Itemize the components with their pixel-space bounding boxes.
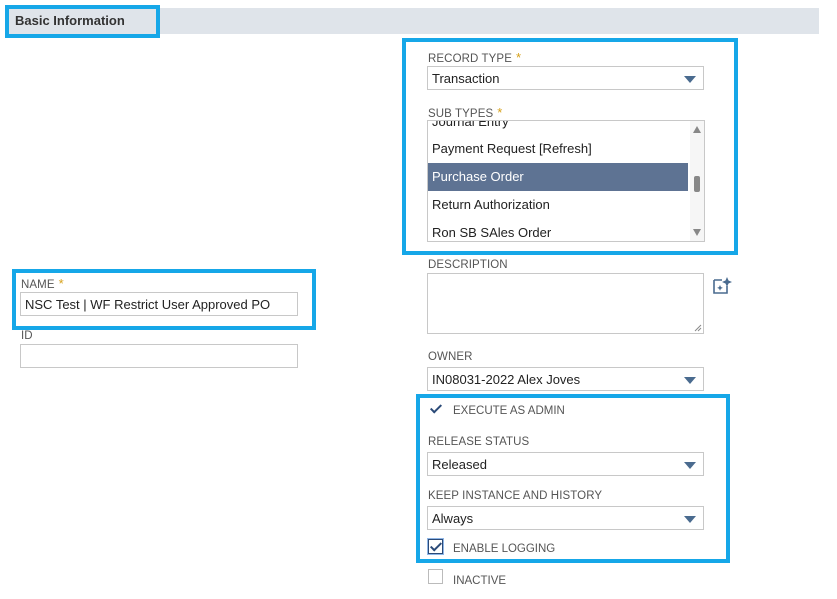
name-label: NAME * <box>21 276 64 291</box>
scroll-up-icon[interactable] <box>693 126 701 133</box>
sub-type-option[interactable]: Payment Request [Refresh] <box>428 135 688 163</box>
id-label: ID <box>21 330 33 342</box>
sub-type-option-selected[interactable]: Purchase Order <box>428 163 688 191</box>
sub-type-option[interactable]: Ron SB SAles Order <box>428 219 688 241</box>
owner-label: OWNER <box>428 351 473 363</box>
release-status-label: RELEASE STATUS <box>428 436 530 448</box>
release-status-value: Released <box>432 457 487 472</box>
highlight-section-title <box>5 5 160 38</box>
chevron-down-icon <box>684 377 696 384</box>
resize-handle-icon[interactable] <box>694 324 702 332</box>
execute-as-admin-checkbox[interactable] <box>428 401 443 416</box>
record-type-select[interactable]: Transaction <box>427 66 704 90</box>
scrollbar-thumb[interactable] <box>694 176 700 192</box>
sub-type-option[interactable]: Journal Entry <box>428 121 688 136</box>
keep-instance-value: Always <box>432 511 474 526</box>
name-value: NSC Test | WF Restrict User Approved PO <box>25 297 271 312</box>
keep-instance-select[interactable]: Always <box>427 506 704 530</box>
description-label: DESCRIPTION <box>428 259 508 271</box>
sub-types-scrollbar[interactable] <box>690 121 704 241</box>
scroll-down-icon[interactable] <box>693 229 701 236</box>
id-input[interactable] <box>20 344 298 368</box>
chevron-down-icon <box>684 462 696 469</box>
record-type-value: Transaction <box>432 71 500 86</box>
sub-types-listbox[interactable]: Journal Entry Payment Request [Refresh] … <box>427 120 705 242</box>
description-textarea[interactable] <box>427 273 704 334</box>
chevron-down-icon <box>684 76 696 83</box>
owner-select[interactable]: IN08031-2022 Alex Joves <box>427 367 704 391</box>
record-type-label: RECORD TYPE * <box>428 50 522 65</box>
highlight-execution-group <box>416 394 730 563</box>
keep-instance-label: KEEP INSTANCE AND HISTORY <box>428 490 603 502</box>
owner-value: IN08031-2022 Alex Joves <box>432 372 581 387</box>
sub-type-option[interactable]: Return Authorization <box>428 191 688 219</box>
inactive-checkbox[interactable] <box>428 569 443 584</box>
sparkle-edit-icon[interactable] <box>712 276 734 296</box>
chevron-down-icon <box>684 516 696 523</box>
enable-logging-checkbox[interactable] <box>428 539 443 554</box>
sub-types-label: SUB TYPES * <box>428 105 503 120</box>
execute-as-admin-label: EXECUTE AS ADMIN <box>453 405 565 417</box>
inactive-label: INACTIVE <box>453 575 507 587</box>
name-input[interactable]: NSC Test | WF Restrict User Approved PO <box>20 292 298 316</box>
release-status-select[interactable]: Released <box>427 452 704 476</box>
enable-logging-label: ENABLE LOGGING <box>453 543 556 555</box>
